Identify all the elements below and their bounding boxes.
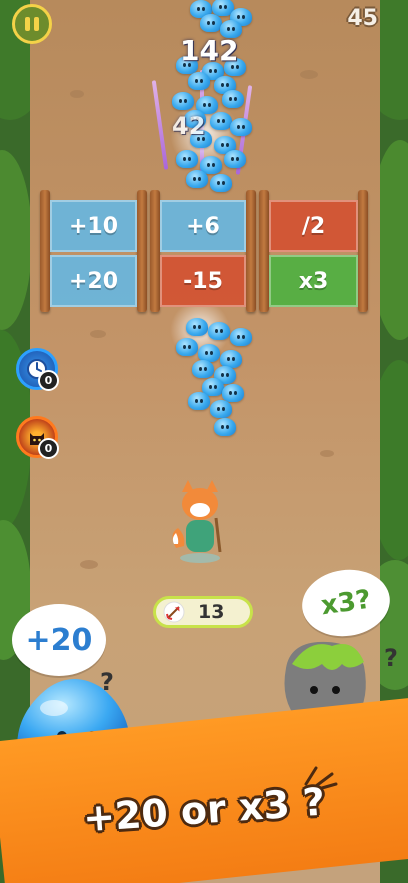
powerup-count: 0 bbox=[38, 438, 59, 459]
slime bbox=[176, 150, 198, 168]
crowd-count: 142 bbox=[180, 34, 239, 67]
arrow-icon bbox=[163, 601, 185, 623]
gate-plus-10[interactable]: +10 bbox=[50, 200, 137, 252]
pause-icon bbox=[25, 17, 30, 31]
forest-bush bbox=[0, 150, 32, 330]
slime bbox=[188, 72, 210, 90]
powerup-clock-button[interactable]: 0 bbox=[16, 348, 59, 391]
fox-archer-hero bbox=[172, 480, 222, 563]
slime bbox=[188, 392, 210, 410]
gate-post bbox=[246, 190, 256, 312]
powerup-cat-button[interactable]: 0 bbox=[16, 416, 59, 459]
level-number: 45 bbox=[347, 6, 378, 31]
gate-post bbox=[137, 190, 147, 312]
pause-icon bbox=[34, 17, 39, 31]
slime bbox=[192, 360, 214, 378]
arrow-count: 13 bbox=[198, 601, 225, 623]
gate-post bbox=[150, 190, 160, 312]
slime bbox=[222, 90, 244, 108]
slime bbox=[230, 328, 252, 346]
gate-minus-15[interactable]: -15 bbox=[160, 255, 246, 307]
pebble bbox=[70, 90, 84, 98]
slime bbox=[186, 170, 208, 188]
slime bbox=[210, 174, 232, 192]
rock-bubble-text: x3? bbox=[319, 584, 373, 622]
slime bbox=[172, 92, 194, 110]
crowd-count-faded: 42 bbox=[172, 112, 206, 140]
slime-bubble-text: +20 bbox=[25, 622, 93, 658]
slime bbox=[186, 318, 208, 336]
gate-plus-20[interactable]: +20 bbox=[50, 255, 137, 307]
game-stage: 45 142 42 +10 +6 /2 +20 -15 x3 0 0 13 x3… bbox=[0, 0, 408, 883]
slime bbox=[200, 14, 222, 32]
slime bbox=[214, 418, 236, 436]
slime bbox=[210, 112, 232, 130]
slime bbox=[210, 400, 232, 418]
slime bbox=[176, 338, 198, 356]
pebble bbox=[300, 70, 318, 79]
gate-divide-2[interactable]: /2 bbox=[269, 200, 358, 252]
gate-times-3[interactable]: x3 bbox=[269, 255, 358, 307]
pause-button[interactable] bbox=[12, 4, 52, 44]
slime bbox=[222, 384, 244, 402]
slime-question-mark: ? bbox=[100, 668, 114, 696]
gate-post bbox=[40, 190, 50, 312]
powerup-count: 0 bbox=[38, 370, 59, 391]
pebble bbox=[320, 450, 334, 457]
slime bbox=[230, 118, 252, 136]
arrow-counter: 13 bbox=[153, 596, 253, 628]
pebble bbox=[90, 330, 106, 338]
rock-question-mark: ? bbox=[384, 644, 398, 672]
gate-post bbox=[259, 190, 269, 312]
gate-post bbox=[358, 190, 368, 312]
slime bbox=[224, 150, 246, 168]
pebble bbox=[80, 560, 98, 569]
slime bbox=[208, 322, 230, 340]
gate-plus-6[interactable]: +6 bbox=[160, 200, 246, 252]
